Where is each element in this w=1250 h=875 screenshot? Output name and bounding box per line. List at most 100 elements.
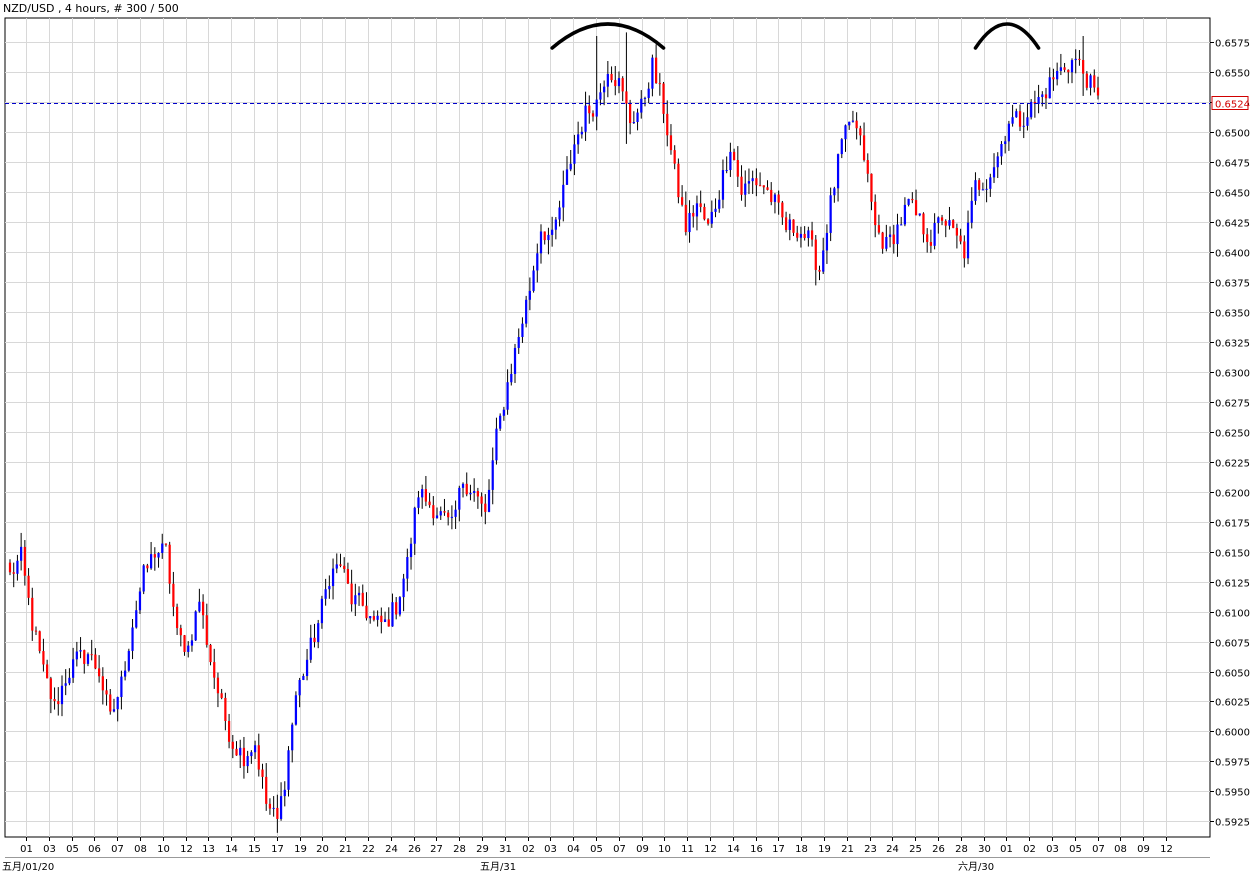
y-tick-label: 0.6025 [1215, 698, 1250, 709]
candle-body [227, 720, 231, 742]
candle-body [1070, 60, 1074, 73]
y-tick-label: 0.6125 [1215, 579, 1250, 590]
x-tick-label: 29 [476, 844, 489, 855]
candle-body [331, 568, 335, 587]
candle-body [20, 546, 23, 561]
y-tick-label: 0.6400 [1215, 249, 1250, 260]
candle-body [963, 241, 966, 259]
candle-body [573, 144, 576, 164]
candle-body [799, 233, 803, 238]
candle-body [291, 724, 294, 751]
x-tick-label: 30 [978, 844, 991, 855]
candle-body [354, 595, 357, 605]
candle-body [892, 234, 895, 245]
candle-body [257, 745, 260, 770]
candle-body [428, 501, 431, 506]
candle-body [287, 750, 290, 790]
candle-body [740, 176, 743, 195]
candle-body [149, 554, 153, 569]
candle-body [12, 572, 15, 574]
candle-body [101, 676, 104, 691]
candle-body [1037, 96, 1040, 104]
x-tick-label: 06 [88, 844, 101, 855]
x-tick-label: 03 [43, 844, 56, 855]
x-tick-label: 09 [1137, 844, 1150, 855]
candle-body [539, 231, 543, 254]
candle-body [1085, 73, 1088, 88]
candle-body [120, 676, 123, 698]
candle-body [807, 230, 810, 239]
candle-body [695, 203, 699, 217]
y-tick-label: 0.6225 [1215, 459, 1250, 470]
candle-body [525, 299, 528, 324]
candle-body [773, 194, 777, 202]
candle-body [123, 670, 127, 677]
candle-body [513, 347, 517, 374]
candle-body [536, 253, 539, 271]
y-tick-label: 0.6300 [1215, 369, 1250, 380]
candle-body [591, 113, 595, 117]
candle-body [1056, 70, 1059, 80]
candle-body [851, 120, 855, 122]
candle-body [777, 194, 780, 203]
candle-body [736, 160, 739, 177]
candle-body [955, 227, 959, 236]
candle-body [109, 694, 112, 712]
candle-body [235, 748, 238, 756]
chart-window: NZD/USD , 4 hours, # 300 / 500 0.6575 0.6… [0, 0, 1250, 875]
candle-body [1096, 87, 1100, 96]
candle-body [1093, 75, 1096, 88]
candle-body [918, 213, 921, 216]
x-tick-label: 26 [408, 844, 421, 855]
x-tick-label: 05 [66, 844, 79, 855]
candle-body [721, 170, 725, 200]
candle-body [313, 637, 316, 642]
x-tick-label: 08 [134, 844, 147, 855]
candle-body [53, 699, 56, 702]
candle-body [57, 701, 60, 705]
candle-body [706, 219, 710, 224]
x-tick-label: 21 [339, 844, 352, 855]
y-tick-label: 0.6350 [1215, 309, 1250, 320]
candle-body [840, 139, 843, 155]
y-tick-label: 0.6550 [1215, 69, 1250, 80]
candle-body [666, 113, 669, 136]
candle-body [350, 583, 353, 605]
candle-body [1015, 111, 1018, 118]
candle-body [328, 586, 331, 590]
candle-body [859, 128, 862, 136]
x-tick-label: 02 [1023, 844, 1036, 855]
candle-body [94, 654, 97, 669]
candle-body [469, 492, 472, 495]
candle-body [747, 181, 751, 184]
candle-body [822, 250, 825, 272]
candle-body [432, 505, 435, 519]
candle-body [547, 234, 550, 241]
candle-body [276, 807, 279, 819]
x-tick-label: 10 [157, 844, 170, 855]
candle-body [606, 73, 609, 87]
candle-body [680, 197, 684, 205]
candle-body [688, 212, 691, 233]
candle-body [577, 134, 580, 145]
candle-body [23, 546, 26, 576]
candle-body [506, 382, 509, 410]
x-tick-label: 19 [294, 844, 307, 855]
candle-body [8, 562, 12, 573]
candle-body [190, 640, 194, 646]
candle-body [250, 752, 253, 757]
candle-body [86, 654, 90, 664]
candle-body [1074, 58, 1077, 61]
candle-body [127, 650, 130, 671]
candle-body [617, 78, 621, 87]
candle-body [978, 180, 981, 190]
y-tick-label: 0.6250 [1215, 429, 1250, 440]
candle-body [781, 202, 784, 218]
candle-body [911, 198, 914, 201]
candle-body [201, 601, 205, 616]
candle-body [38, 631, 41, 652]
candlestick-chart: 0.65750.65500.65250.65000.64750.64500.64… [2, 17, 1250, 873]
candle-body [68, 677, 71, 684]
x-tick-label: 12 [704, 844, 717, 855]
candle-body [502, 409, 505, 416]
